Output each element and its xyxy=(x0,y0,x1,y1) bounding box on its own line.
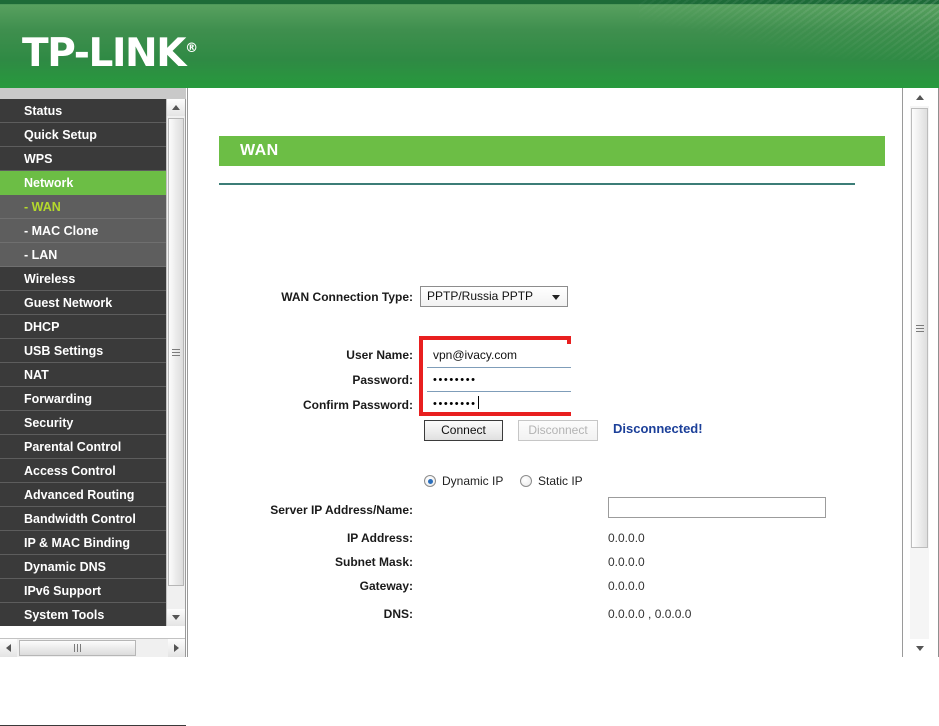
credentials-highlight-box: vpn@ivacy.com •••••••• •••••••• xyxy=(419,336,571,416)
triangle-down-icon xyxy=(915,645,924,651)
sidebar-scroll-down-button[interactable] xyxy=(167,609,185,626)
content-scroll-thumb[interactable] xyxy=(911,108,928,548)
sidebar-item-ip-mac-binding[interactable]: IP & MAC Binding xyxy=(0,531,166,555)
sidebar-item-mac-clone[interactable]: - MAC Clone xyxy=(0,219,166,243)
sidebar-item-security[interactable]: Security xyxy=(0,411,166,435)
sidebar-item-lan[interactable]: - LAN xyxy=(0,243,166,267)
ip-address-label: IP Address: xyxy=(346,531,413,545)
subnet-mask-value: 0.0.0.0 xyxy=(608,555,645,569)
confirm-password-label: Confirm Password: xyxy=(302,398,413,412)
sidebar-scroll-thumb[interactable] xyxy=(168,118,184,586)
sidebar-vertical-scrollbar[interactable] xyxy=(166,99,185,626)
username-label: User Name: xyxy=(346,348,413,362)
sidebar-scroll-right-button[interactable] xyxy=(168,639,185,657)
grip-icon xyxy=(74,644,81,652)
registered-trademark-icon: ® xyxy=(185,41,199,56)
triangle-down-icon xyxy=(172,615,180,620)
sidebar-item-usb-settings[interactable]: USB Settings xyxy=(0,339,166,363)
password-label: Password: xyxy=(352,373,413,387)
triangle-up-icon xyxy=(915,94,924,100)
triangle-up-icon xyxy=(172,105,180,110)
password-masked-value: •••••••• xyxy=(433,374,477,386)
dns-value: 0.0.0.0 , 0.0.0.0 xyxy=(608,607,692,621)
wan-settings-panel: WAN WAN Connection Type: PPTP/Russia PPT… xyxy=(187,88,902,657)
sidebar-item-quick-setup[interactable]: Quick Setup xyxy=(0,123,166,147)
grip-icon xyxy=(172,348,180,356)
sidebar-top-strip xyxy=(0,88,186,99)
radio-static-ip-label: Static IP xyxy=(538,474,583,488)
radio-dynamic-ip-label: Dynamic IP xyxy=(442,474,504,488)
sidebar-horizontal-scrollbar[interactable] xyxy=(0,638,185,657)
section-divider xyxy=(219,183,855,185)
sidebar-item-wireless[interactable]: Wireless xyxy=(0,267,166,291)
text-cursor-icon xyxy=(477,396,479,409)
sidebar-item-dynamic-dns[interactable]: Dynamic DNS xyxy=(0,555,166,579)
brand-header: TP-LINK® xyxy=(0,0,939,88)
sidebar-menu: Status Quick Setup WPS Network - WAN - MAC Cl… xyxy=(0,99,166,626)
sidebar-item-bandwidth-control[interactable]: Bandwidth Control xyxy=(0,507,166,531)
sidebar-item-status[interactable]: Status xyxy=(0,99,166,123)
content-scroll-up-button[interactable] xyxy=(910,88,929,106)
confirm-password-masked-value: •••••••• xyxy=(433,398,477,410)
sidebar: Status Quick Setup WPS Network - WAN - MAC Cl… xyxy=(0,88,186,726)
sidebar-item-nat[interactable]: NAT xyxy=(0,363,166,387)
sidebar-item-network[interactable]: Network xyxy=(0,171,166,195)
sidebar-item-wps[interactable]: WPS xyxy=(0,147,166,171)
connection-status-text: Disconnected! xyxy=(613,421,703,436)
dns-label: DNS: xyxy=(383,607,413,621)
sidebar-item-dhcp[interactable]: DHCP xyxy=(0,315,166,339)
gateway-value: 0.0.0.0 xyxy=(608,579,645,593)
confirm-password-input[interactable]: •••••••• xyxy=(427,392,571,412)
grip-icon xyxy=(915,324,924,332)
chevron-down-icon xyxy=(552,295,560,300)
subnet-mask-label: Subnet Mask: xyxy=(334,555,413,569)
radio-unselected-icon xyxy=(520,475,532,487)
sidebar-item-wan[interactable]: - WAN xyxy=(0,195,166,219)
triangle-left-icon xyxy=(6,644,11,652)
wan-connection-type-select[interactable]: PPTP/Russia PPTP xyxy=(420,286,568,307)
sidebar-item-ipv6-support[interactable]: IPv6 Support xyxy=(0,579,166,603)
password-input[interactable]: •••••••• xyxy=(427,368,571,392)
ip-address-value: 0.0.0.0 xyxy=(608,531,645,545)
sidebar-item-parental-control[interactable]: Parental Control xyxy=(0,435,166,459)
sidebar-item-system-tools[interactable]: System Tools xyxy=(0,603,166,626)
radio-selected-icon xyxy=(424,475,436,487)
sidebar-item-advanced-routing[interactable]: Advanced Routing xyxy=(0,483,166,507)
sidebar-hscroll-thumb[interactable] xyxy=(19,640,136,656)
wan-connection-type-label: WAN Connection Type: xyxy=(281,290,413,304)
header-top-rule xyxy=(0,0,939,4)
content-vertical-scrollbar[interactable] xyxy=(902,88,939,657)
sidebar-scroll-left-button[interactable] xyxy=(0,639,17,657)
page-title: WAN xyxy=(219,136,885,166)
content-area: WAN WAN Connection Type: PPTP/Russia PPT… xyxy=(187,88,939,657)
disconnect-button: Disconnect xyxy=(518,420,598,441)
gateway-label: Gateway: xyxy=(359,579,413,593)
sidebar-item-guest-network[interactable]: Guest Network xyxy=(0,291,166,315)
username-input[interactable]: vpn@ivacy.com xyxy=(427,344,571,368)
sidebar-item-access-control[interactable]: Access Control xyxy=(0,459,166,483)
triangle-right-icon xyxy=(174,644,179,652)
content-scroll-down-button[interactable] xyxy=(910,639,929,657)
connect-button[interactable]: Connect xyxy=(424,420,503,441)
sidebar-item-forwarding[interactable]: Forwarding xyxy=(0,387,166,411)
header-diagonal-stripes xyxy=(639,0,939,60)
logo-text: TP-LINK xyxy=(22,31,187,76)
sidebar-scroll-up-button[interactable] xyxy=(167,99,185,116)
server-ip-label: Server IP Address/Name: xyxy=(270,503,413,517)
server-ip-input[interactable] xyxy=(608,497,826,518)
tp-link-logo: TP-LINK® xyxy=(22,28,198,75)
wan-connection-type-value: PPTP/Russia PPTP xyxy=(427,289,534,303)
